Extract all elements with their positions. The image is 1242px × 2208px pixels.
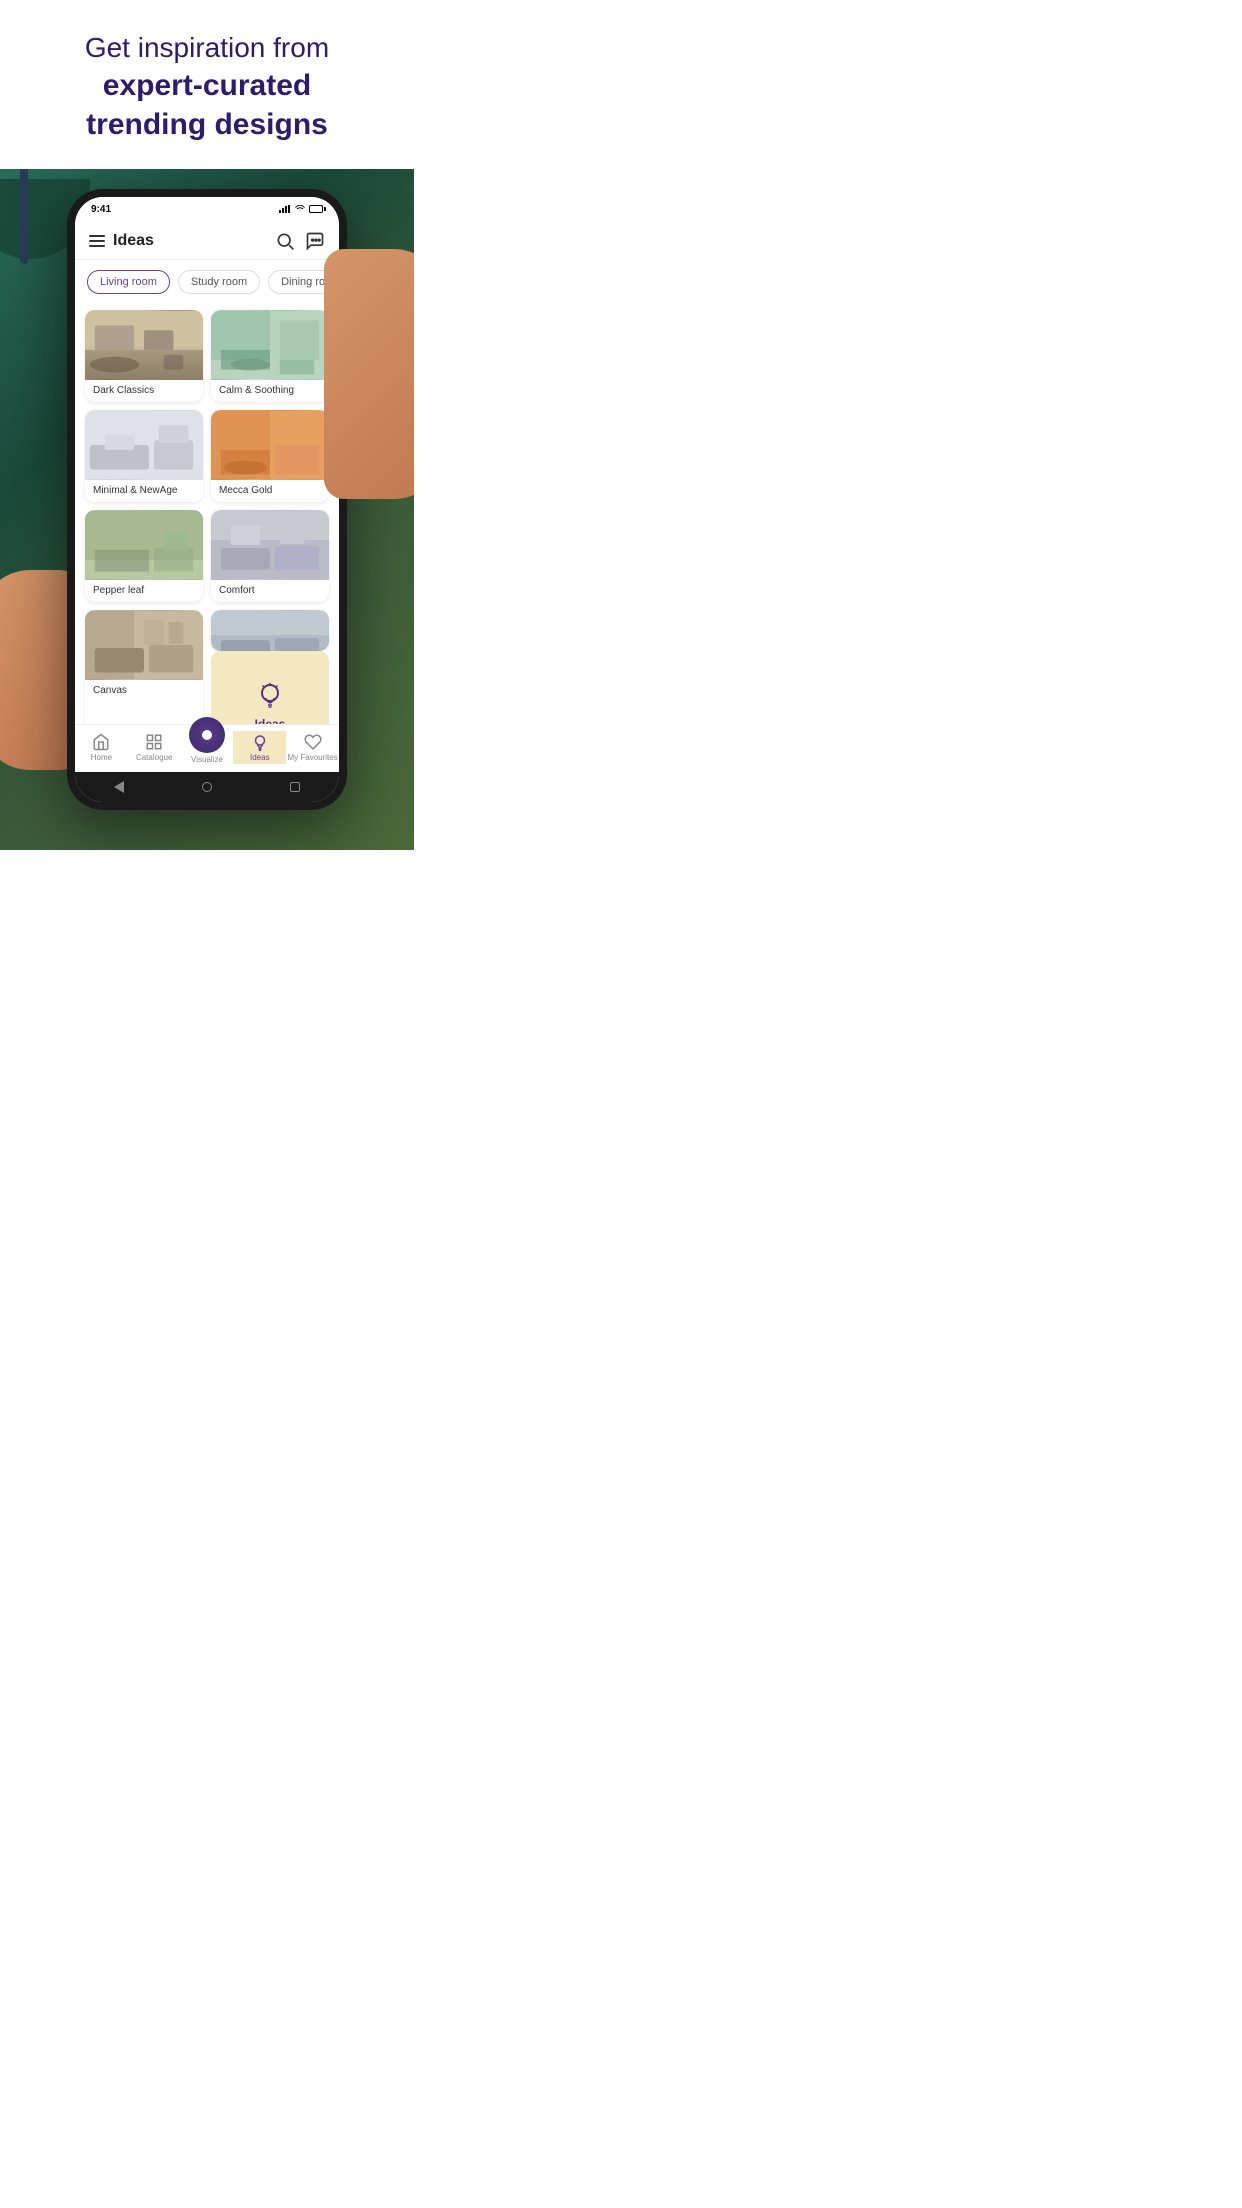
nav-label-ideas: Ideas <box>250 753 270 762</box>
nav-label-catalogue: Catalogue <box>136 753 172 762</box>
app-header: Ideas <box>75 221 339 260</box>
signal-icon <box>279 205 291 213</box>
home-circle <box>202 782 212 792</box>
header-icons <box>275 231 325 251</box>
hero-title-line2: expert-curated trending designs <box>20 66 394 144</box>
search-icon[interactable] <box>275 231 295 251</box>
home-icon <box>92 733 110 751</box>
card-label-mecca-gold: Mecca Gold <box>211 480 329 502</box>
room-image-transformation <box>211 610 329 650</box>
ideas-lightbulb-icon <box>255 681 285 711</box>
design-card-comfort[interactable]: Comfort <box>211 510 329 602</box>
design-card-canvas[interactable]: Canvas <box>85 610 203 724</box>
visualize-dot <box>202 730 212 740</box>
card-label-canvas: Canvas <box>85 680 203 702</box>
design-card-dark-classics[interactable]: Dark Classics <box>85 310 203 402</box>
card-label-comfort: Comfort <box>211 580 329 602</box>
android-recents-button[interactable] <box>288 780 302 794</box>
back-triangle <box>114 781 124 793</box>
bottom-nav: Home Catalogue <box>75 724 339 772</box>
design-card-transformation[interactable]: Transformation <box>211 610 329 650</box>
menu-button[interactable] <box>89 235 105 247</box>
wifi-icon <box>295 205 305 213</box>
heart-icon <box>304 733 322 751</box>
card-label-minimal-newage: Minimal & NewAge <box>85 480 203 502</box>
nav-label-visualize: Visualize <box>191 755 223 764</box>
room-image-comfort <box>211 510 329 580</box>
phone-scene: 9:41 <box>0 169 414 850</box>
lamp-arm <box>20 169 28 264</box>
room-image-pepper-leaf <box>85 510 203 580</box>
hamburger-line1 <box>89 235 105 237</box>
design-grid: Dark Classics <box>85 310 329 724</box>
catalogue-icon <box>145 733 163 751</box>
recents-square <box>290 782 300 792</box>
room-image-calm-soothing <box>211 310 329 380</box>
android-back-button[interactable] <box>112 780 126 794</box>
design-card-calm-soothing[interactable]: Calm & Soothing <box>211 310 329 402</box>
app-title: Ideas <box>113 232 154 250</box>
room-image-minimal <box>85 410 203 480</box>
status-bar: 9:41 <box>75 197 339 221</box>
filter-tab-study-room[interactable]: Study room <box>178 270 260 294</box>
card-8-container: Transformation <box>211 610 329 724</box>
ideas-overlay-card[interactable]: Ideas <box>211 651 329 725</box>
design-card-mecca-gold[interactable]: Mecca Gold <box>211 410 329 502</box>
phone-frame: 9:41 <box>67 189 347 810</box>
nav-item-favourites[interactable]: My Favourites <box>286 731 339 764</box>
nav-item-catalogue[interactable]: Catalogue <box>128 731 181 764</box>
nav-item-home[interactable]: Home <box>75 731 128 764</box>
hamburger-line2 <box>89 240 105 242</box>
hand-right <box>324 249 414 499</box>
design-card-pepper-leaf[interactable]: Pepper leaf <box>85 510 203 602</box>
battery-icon <box>309 205 323 213</box>
room-image-dark-classics <box>85 310 203 380</box>
hero-section: Get inspiration from expert-curated tren… <box>0 0 414 169</box>
design-card-minimal-newage[interactable]: Minimal & NewAge <box>85 410 203 502</box>
android-nav-bar <box>75 772 339 802</box>
nav-label-favourites: My Favourites <box>287 753 337 762</box>
card-label-calm-soothing: Calm & Soothing <box>211 380 329 402</box>
hero-title-line1: Get inspiration from <box>20 30 394 66</box>
filter-tab-living-room[interactable]: Living room <box>87 270 170 294</box>
card-label-pepper-leaf: Pepper leaf <box>85 580 203 602</box>
android-home-button[interactable] <box>200 780 214 794</box>
filter-tabs: Living room Study room Dining room B... <box>75 260 339 304</box>
visualize-button[interactable] <box>189 717 225 753</box>
chat-icon[interactable] <box>305 231 325 251</box>
nav-item-ideas[interactable]: Ideas <box>233 731 286 764</box>
room-image-mecca-gold <box>211 410 329 480</box>
header-left: Ideas <box>89 232 154 250</box>
room-image-canvas <box>85 610 203 680</box>
status-time: 9:41 <box>91 204 111 215</box>
design-grid-container: Dark Classics <box>75 304 339 724</box>
ideas-nav-icon <box>251 733 269 751</box>
phone-screen: 9:41 <box>75 197 339 802</box>
card-label-dark-classics: Dark Classics <box>85 380 203 402</box>
nav-item-visualize[interactable]: Visualize <box>181 731 234 764</box>
hamburger-line3 <box>89 245 105 247</box>
status-icons <box>279 205 323 213</box>
nav-label-home: Home <box>91 753 112 762</box>
ideas-card-label: Ideas <box>255 717 286 725</box>
